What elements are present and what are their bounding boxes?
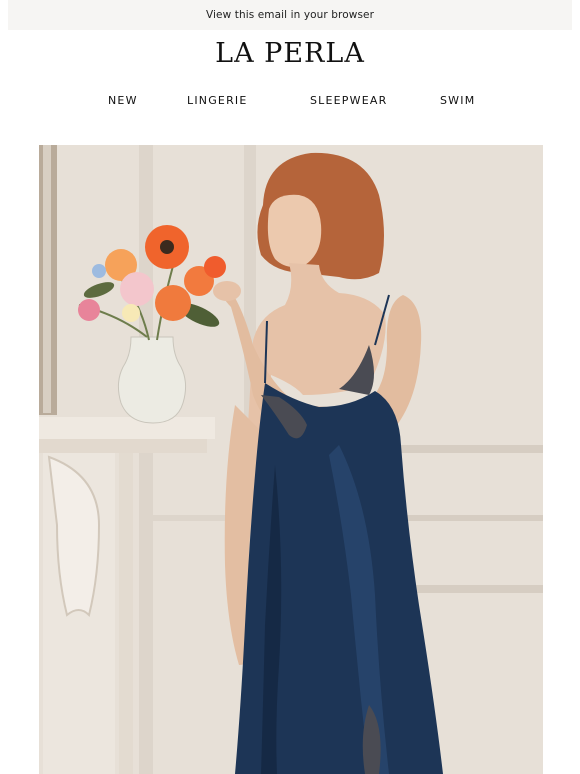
nav-item-new[interactable]: NEW [108, 94, 138, 107]
view-in-browser-link[interactable]: View this email in your browser [206, 9, 374, 21]
hero-image[interactable] [39, 145, 543, 774]
view-in-browser-bar: View this email in your browser [8, 0, 572, 30]
brand-logo[interactable]: LA PERLA [0, 38, 580, 69]
nav-item-swim[interactable]: SWIM [440, 94, 475, 107]
main-nav: NEW LINGERIE SLEEPWEAR SWIM [0, 94, 580, 110]
nav-item-sleepwear[interactable]: SLEEPWEAR [310, 94, 387, 107]
hero-illustration [39, 145, 543, 774]
nav-item-lingerie[interactable]: LINGERIE [187, 94, 248, 107]
